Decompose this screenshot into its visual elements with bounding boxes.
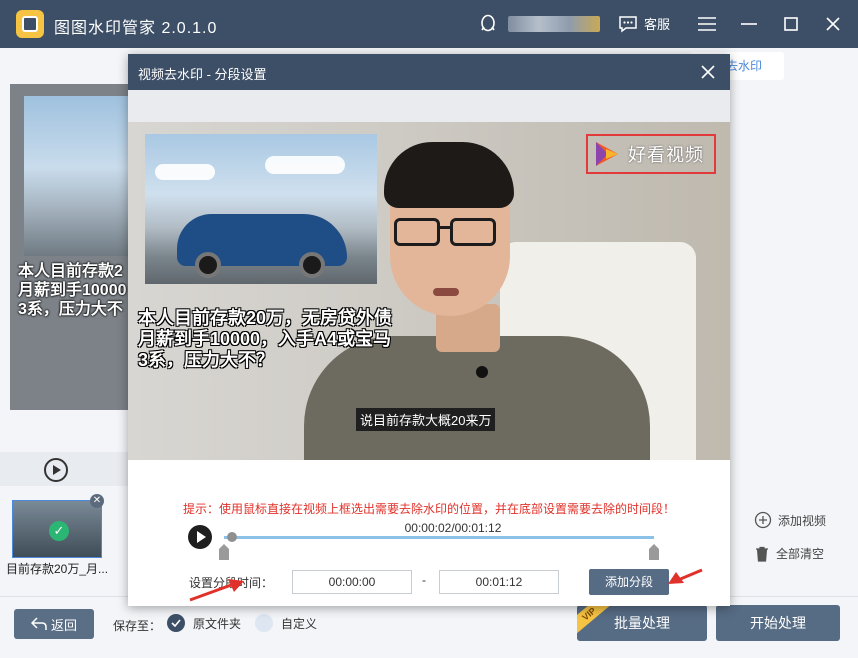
trash-icon: [756, 546, 768, 562]
thumbnail-label: 目前存款20万_月...: [6, 562, 109, 576]
inset-car-wheel: [299, 252, 325, 278]
batch-process-button[interactable]: VIP 批量处理: [577, 605, 707, 641]
minimize-icon[interactable]: [737, 12, 761, 36]
close-icon[interactable]: [821, 12, 845, 36]
app-title: 图图水印管家 2.0.1.0: [54, 20, 218, 37]
thumbnail-remove-icon[interactable]: ✕: [90, 494, 104, 508]
background-video-preview: 本人目前存款2 月薪到手10000 3系，压力大不: [10, 84, 130, 410]
video-person-mouth: [433, 288, 459, 296]
radio-unchecked-icon: [255, 614, 273, 632]
service-icon: [619, 15, 637, 32]
start-process-button[interactable]: 开始处理: [716, 605, 840, 641]
background-play-icon[interactable]: [44, 458, 68, 482]
dialog-title: 视频去水印 - 分段设置: [138, 67, 267, 82]
menu-icon[interactable]: [695, 12, 719, 36]
annotation-arrow-icon: [668, 568, 703, 584]
annotation-arrow-icon: [189, 579, 244, 602]
radio-custom-folder[interactable]: 自定义: [255, 614, 317, 632]
back-button[interactable]: 返回: [14, 609, 94, 639]
segment-end-marker[interactable]: [649, 544, 659, 560]
clear-all-label: 全部清空: [776, 547, 825, 561]
maximize-icon[interactable]: [779, 12, 803, 36]
save-to-label: 保存至：: [113, 619, 162, 633]
time-separator: -: [422, 573, 426, 587]
play-icon[interactable]: [188, 525, 212, 549]
back-arrow-icon: [30, 617, 47, 630]
video-microphone: [476, 366, 488, 378]
clear-all-button[interactable]: 全部清空: [754, 545, 824, 562]
radio-checked-icon: [167, 614, 185, 632]
video-glasses-right: [450, 218, 496, 246]
vip-badge: VIP: [577, 605, 617, 639]
video-thumbnail[interactable]: ✓: [12, 500, 102, 558]
qq-icon[interactable]: [478, 14, 498, 34]
add-video-label: 添加视频: [778, 513, 827, 528]
segment-end-input[interactable]: [439, 570, 559, 594]
radio-custom-label: 自定义: [281, 616, 318, 631]
dialog-close-icon[interactable]: [698, 62, 718, 82]
time-display: 00:00:02/00:01:12: [404, 521, 502, 535]
haokan-logo-icon: [596, 142, 618, 166]
video-inset-car-photo: [145, 134, 377, 284]
app-logo-icon: [16, 10, 44, 38]
background-preview-photo: [24, 96, 130, 256]
radio-original-label: 原文件夹: [193, 616, 242, 631]
add-segment-button[interactable]: 添加分段: [589, 569, 669, 595]
radio-original-folder[interactable]: 原文件夹: [167, 614, 241, 632]
inset-cloud: [265, 156, 345, 174]
inset-cloud: [155, 164, 215, 180]
watermark-logo-text: 好看视频: [628, 145, 704, 165]
back-label: 返回: [50, 617, 77, 633]
title-bar: 图图水印管家 2.0.1.0 客服: [0, 0, 858, 48]
check-icon: ✓: [49, 521, 69, 541]
service-button[interactable]: 客服: [618, 14, 670, 33]
background-caption: 本人目前存款2 月薪到手10000 3系，压力大不: [18, 263, 127, 318]
hint-text: 提示：使用鼠标直接在视频上框选出需要去除水印的位置，并在底部设置需要去除的时间段…: [182, 502, 675, 516]
video-canvas[interactable]: 本人目前存款20万，无房贷外债 月薪到手10000，入手A4或宝马 3系，压力大…: [128, 122, 730, 460]
dialog-toolbar-strip: [128, 90, 730, 122]
service-label: 客服: [644, 17, 671, 32]
dialog-header: 视频去水印 - 分段设置: [128, 54, 730, 90]
watermark-selection-box[interactable]: 好看视频: [586, 134, 716, 174]
video-caption: 本人目前存款20万，无房贷外债 月薪到手10000，入手A4或宝马 3系，压力大…: [138, 308, 393, 370]
video-subtitle: 说目前存款大概20来万: [356, 408, 496, 431]
segment-start-input[interactable]: [292, 570, 412, 594]
inset-car-wheel: [195, 252, 221, 278]
video-glasses-left: [394, 218, 440, 246]
timeline-track[interactable]: [224, 536, 654, 539]
segment-start-marker[interactable]: [219, 544, 229, 560]
timeline-playhead[interactable]: [227, 532, 237, 542]
video-glasses-bridge: [438, 226, 452, 229]
user-name-blurred[interactable]: [508, 16, 600, 32]
segment-settings-dialog: 视频去水印 - 分段设置 本人目前存款20万，无房贷外债 月薪到手10000，入…: [128, 54, 730, 606]
batch-label: 批量处理: [614, 615, 670, 631]
